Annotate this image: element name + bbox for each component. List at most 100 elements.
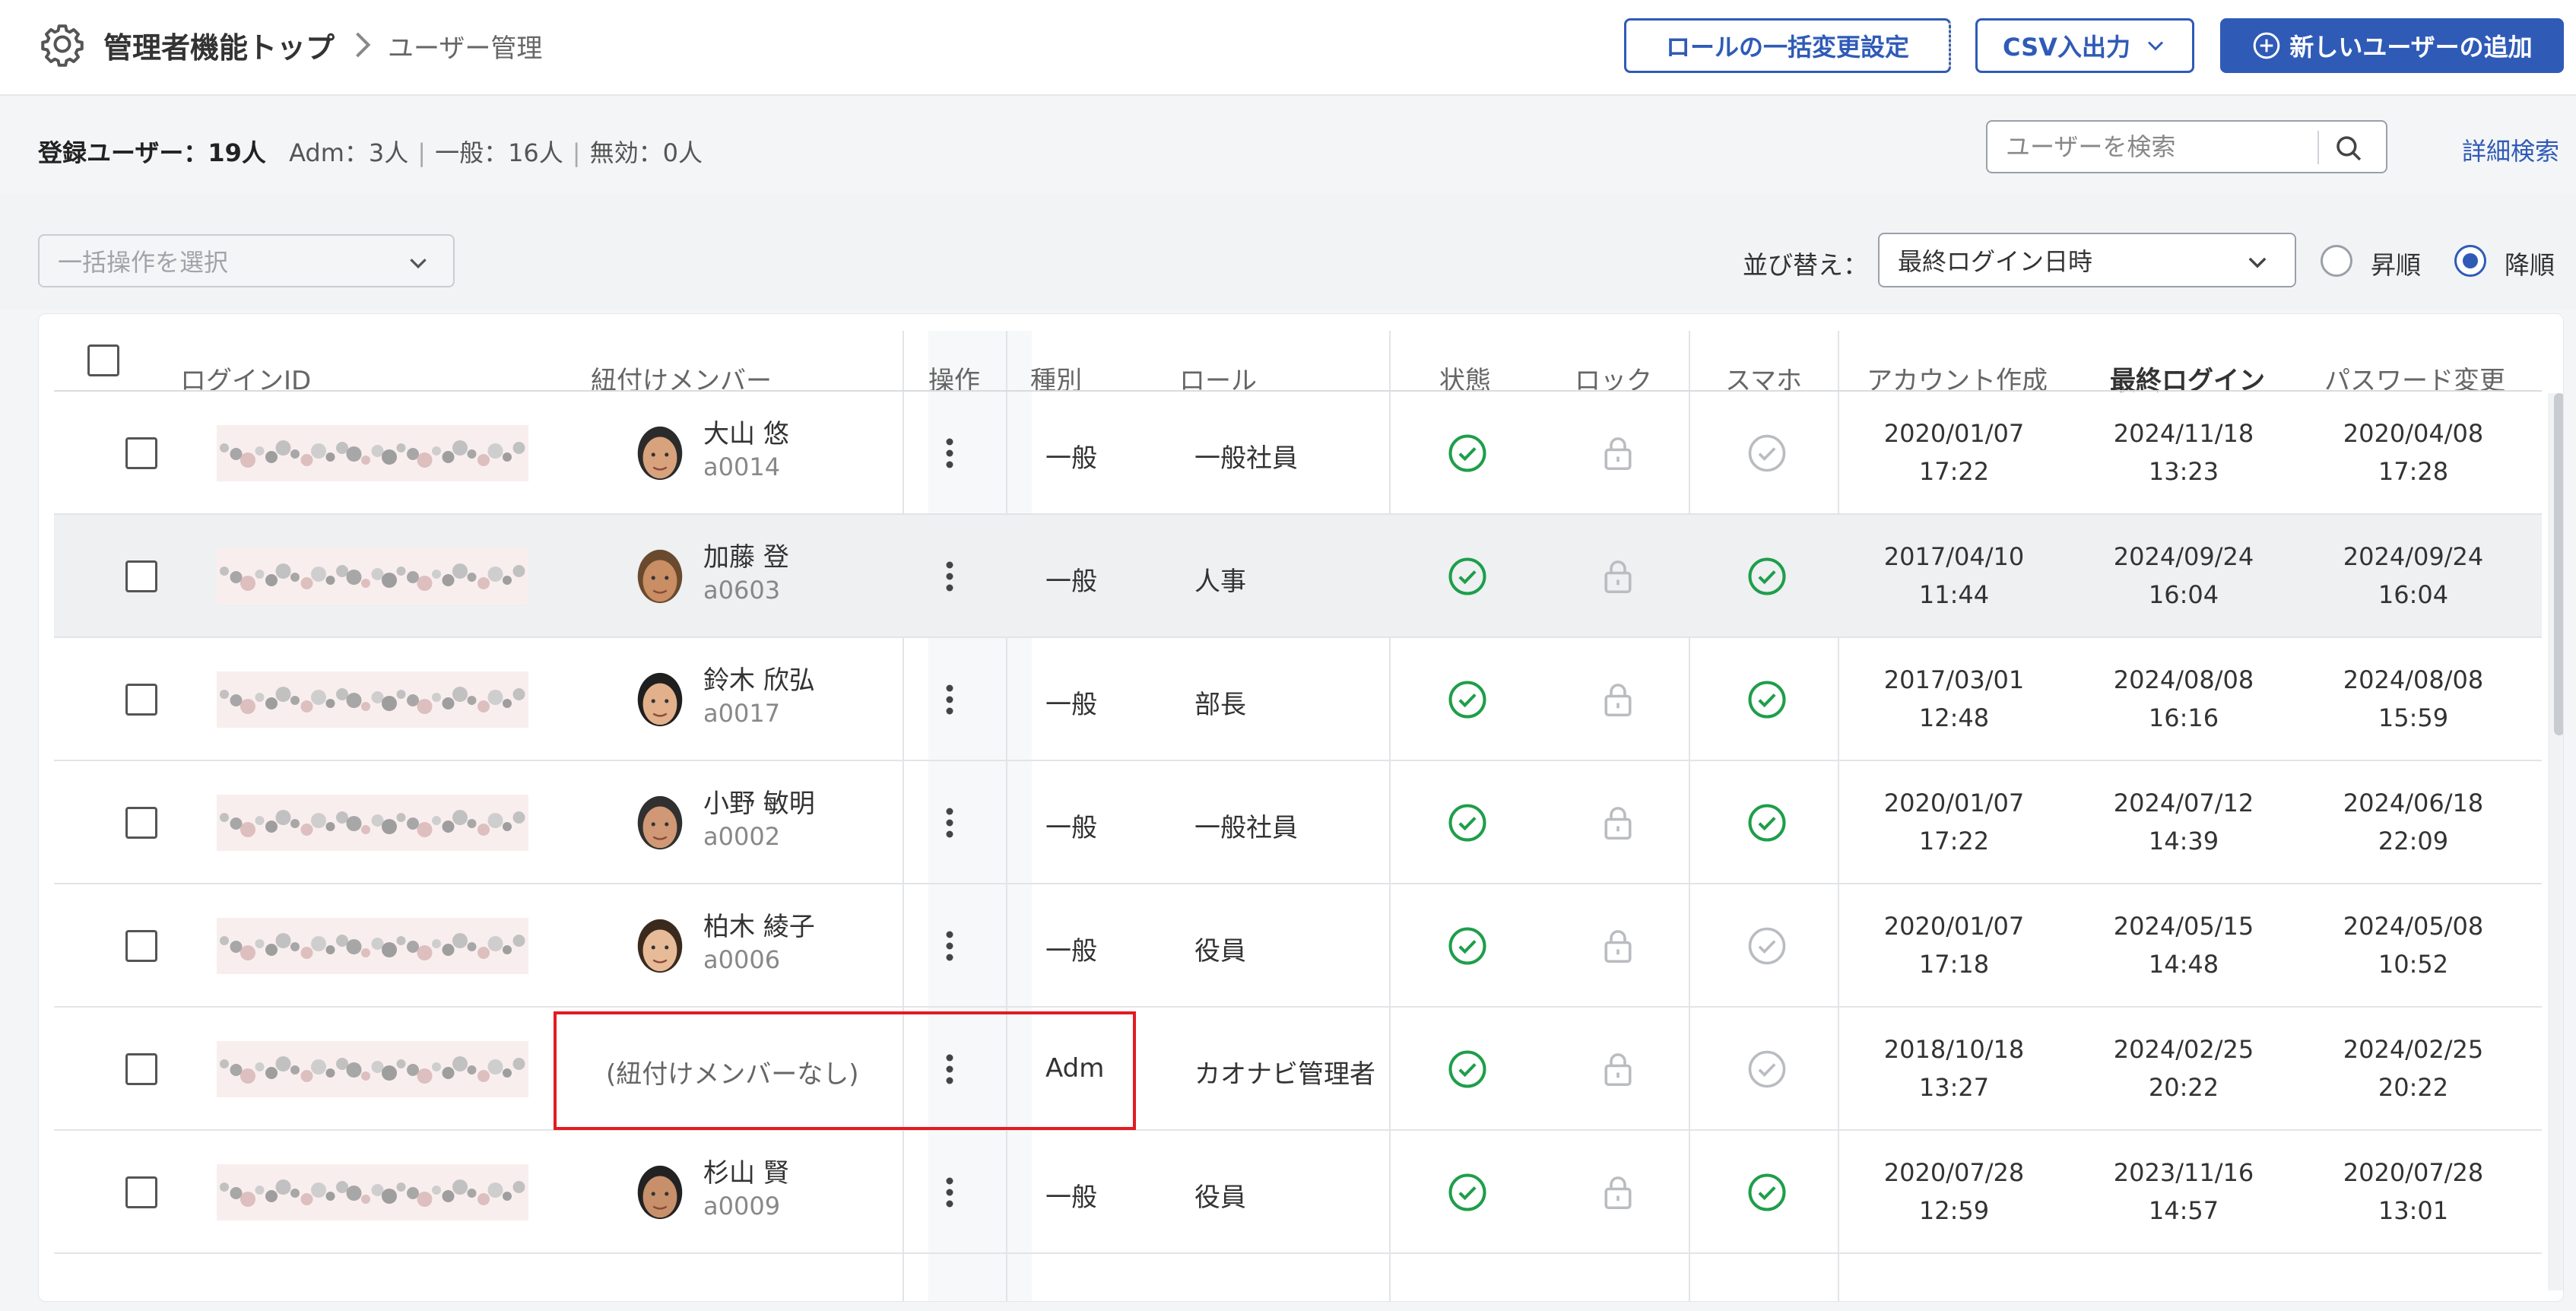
member-avatar[interactable] bbox=[630, 1160, 690, 1225]
search-input[interactable] bbox=[1989, 123, 2324, 170]
user-kind: 一般 bbox=[1045, 690, 1097, 720]
member-avatar[interactable] bbox=[630, 421, 690, 486]
created-datetime: 2020/01/07 17:22 bbox=[1863, 414, 2045, 490]
created-datetime: 2020/01/07 17:18 bbox=[1863, 907, 2045, 983]
last-login-date: 2023/11/16 bbox=[2113, 1158, 2254, 1187]
scrollbar-thumb[interactable] bbox=[2554, 393, 2563, 735]
member-name[interactable]: 鈴木 欣弘 bbox=[703, 659, 815, 697]
chevron-down-icon bbox=[410, 259, 427, 269]
last-login-time: 13:23 bbox=[2148, 457, 2219, 486]
sort-select[interactable]: 最終ログイン日時 bbox=[1878, 233, 2296, 287]
row-checkbox[interactable] bbox=[125, 807, 157, 839]
pw-changed-date: 2020/04/08 bbox=[2343, 419, 2484, 448]
lock-icon[interactable] bbox=[1597, 556, 1639, 597]
lock-icon[interactable] bbox=[1597, 1172, 1639, 1213]
last-login-datetime: 2024/07/12 14:39 bbox=[2092, 784, 2275, 860]
last-login-datetime: 2024/02/25 20:22 bbox=[2092, 1030, 2275, 1106]
user-role: 一般社員 bbox=[1194, 443, 1298, 474]
last-login-datetime: 2023/11/16 14:57 bbox=[2092, 1154, 2275, 1230]
last-login-time: 20:22 bbox=[2148, 1073, 2219, 1102]
member-avatar[interactable] bbox=[630, 790, 690, 855]
chevron-down-icon bbox=[2248, 257, 2267, 268]
pw-changed-time: 13:01 bbox=[2378, 1196, 2449, 1225]
row-checkbox[interactable] bbox=[125, 1176, 157, 1208]
lock-icon[interactable] bbox=[1597, 679, 1639, 720]
table-row[interactable]: 加藤 登 a0603 一般 人事 2017/04/10 11:44 2024/09/24 16… bbox=[54, 515, 2542, 638]
created-date: 2017/04/10 bbox=[1883, 542, 2025, 571]
pw-changed-datetime: 2024/02/25 20:22 bbox=[2322, 1030, 2505, 1106]
add-user-button[interactable]: 新しいユーザーの追加 bbox=[2220, 18, 2564, 73]
row-checkbox[interactable] bbox=[125, 1053, 157, 1085]
bulk-action-select[interactable]: 一括操作を選択 bbox=[38, 234, 455, 287]
member-name[interactable]: 大山 悠 bbox=[703, 413, 789, 450]
sort-desc-label[interactable]: 降順 bbox=[2505, 245, 2555, 281]
login-id-redacted bbox=[217, 1164, 528, 1221]
more-vertical-icon[interactable] bbox=[942, 557, 957, 595]
pw-changed-date: 2024/02/25 bbox=[2343, 1035, 2484, 1064]
status-check-icon bbox=[1448, 434, 1486, 472]
member-id: a0002 bbox=[703, 822, 781, 851]
login-id-redacted bbox=[217, 548, 528, 605]
last-login-time: 14:48 bbox=[2148, 950, 2219, 979]
more-vertical-icon[interactable] bbox=[942, 681, 957, 719]
table-row[interactable]: 大山 悠 a0014 一般 一般社員 2020/01/07 17:22 2024/11/18… bbox=[54, 392, 2542, 515]
gear-icon[interactable] bbox=[40, 21, 85, 67]
member-avatar[interactable] bbox=[630, 913, 690, 979]
member-id: a0017 bbox=[703, 699, 781, 728]
row-checkbox[interactable] bbox=[125, 437, 157, 469]
summary-separator: | bbox=[572, 138, 581, 167]
login-id-redacted bbox=[217, 1041, 528, 1097]
search-divider bbox=[2317, 131, 2319, 164]
lock-icon[interactable] bbox=[1597, 925, 1639, 967]
more-vertical-icon[interactable] bbox=[942, 1173, 957, 1211]
row-checkbox[interactable] bbox=[125, 684, 157, 716]
member-avatar[interactable] bbox=[630, 544, 690, 609]
bulk-action-placeholder: 一括操作を選択 bbox=[58, 248, 229, 277]
member-name[interactable]: 小野 敏明 bbox=[703, 782, 815, 820]
table-row[interactable]: 柏木 綾子 a0006 一般 役員 2020/01/07 17:18 2024/05/15 1… bbox=[54, 884, 2542, 1008]
table-row[interactable]: 小野 敏明 a0002 一般 一般社員 2020/01/07 17:22 2024/07/1… bbox=[54, 761, 2542, 884]
last-login-datetime: 2024/09/24 16:04 bbox=[2092, 538, 2275, 614]
add-user-label: 新しいユーザーの追加 bbox=[2289, 33, 2533, 62]
user-kind: 一般 bbox=[1045, 936, 1097, 967]
member-name[interactable]: 杉山 賢 bbox=[703, 1152, 789, 1189]
row-checkbox[interactable] bbox=[125, 930, 157, 962]
status-check-icon bbox=[1448, 681, 1486, 719]
sort-asc-radio[interactable] bbox=[2321, 245, 2352, 277]
lock-icon[interactable] bbox=[1597, 433, 1639, 474]
sort-desc-radio[interactable] bbox=[2454, 245, 2486, 277]
last-login-time: 16:16 bbox=[2148, 703, 2219, 732]
login-id-redacted bbox=[217, 425, 528, 481]
member-name[interactable]: 加藤 登 bbox=[703, 536, 789, 573]
more-vertical-icon[interactable] bbox=[942, 804, 957, 842]
search-icon[interactable] bbox=[2333, 132, 2365, 164]
lock-icon[interactable] bbox=[1597, 1049, 1639, 1090]
table-row[interactable]: (紐付けメンバーなし) Adm カオナビ管理者 2018/10/18 13:27 2024… bbox=[54, 1008, 2542, 1131]
user-role: カオナビ管理者 bbox=[1194, 1059, 1375, 1090]
more-vertical-icon[interactable] bbox=[942, 434, 957, 472]
breadcrumb-admin-top[interactable]: 管理者機能トップ bbox=[103, 24, 335, 66]
table-row[interactable]: 杉山 賢 a0009 一般 役員 2020/07/28 12:59 2023/11/16 14… bbox=[54, 1131, 2542, 1254]
last-login-date: 2024/11/18 bbox=[2113, 419, 2254, 448]
summary-general: 一般：16人 bbox=[435, 138, 563, 167]
sort-asc-label[interactable]: 昇順 bbox=[2371, 245, 2421, 281]
table-row[interactable]: 鈴木 欣弘 a0017 一般 部長 2017/03/01 12:48 2024/08/08 1… bbox=[54, 638, 2542, 761]
pw-changed-date: 2024/06/18 bbox=[2343, 789, 2484, 817]
member-avatar[interactable] bbox=[630, 667, 690, 732]
member-id: a0014 bbox=[703, 452, 781, 481]
pw-changed-date: 2024/05/08 bbox=[2343, 912, 2484, 941]
pw-changed-date: 2024/08/08 bbox=[2343, 665, 2484, 694]
pw-changed-date: 2020/07/28 bbox=[2343, 1158, 2484, 1187]
last-login-date: 2024/08/08 bbox=[2113, 665, 2254, 694]
pw-changed-datetime: 2024/06/18 22:09 bbox=[2322, 784, 2505, 860]
more-vertical-icon[interactable] bbox=[942, 927, 957, 965]
role-bulk-change-button[interactable]: ロールの一括変更設定 bbox=[1624, 18, 1951, 73]
member-name[interactable]: 柏木 綾子 bbox=[703, 906, 815, 943]
csv-io-button[interactable]: CSV入出力 bbox=[1975, 18, 2194, 73]
advanced-search-link[interactable]: 詳細検索 bbox=[2462, 132, 2559, 167]
sort-selected-value: 最終ログイン日時 bbox=[1898, 247, 2093, 276]
select-all-checkbox[interactable] bbox=[87, 344, 119, 376]
row-checkbox[interactable] bbox=[125, 560, 157, 592]
lock-icon[interactable] bbox=[1597, 802, 1639, 843]
last-login-datetime: 2024/05/15 14:48 bbox=[2092, 907, 2275, 983]
